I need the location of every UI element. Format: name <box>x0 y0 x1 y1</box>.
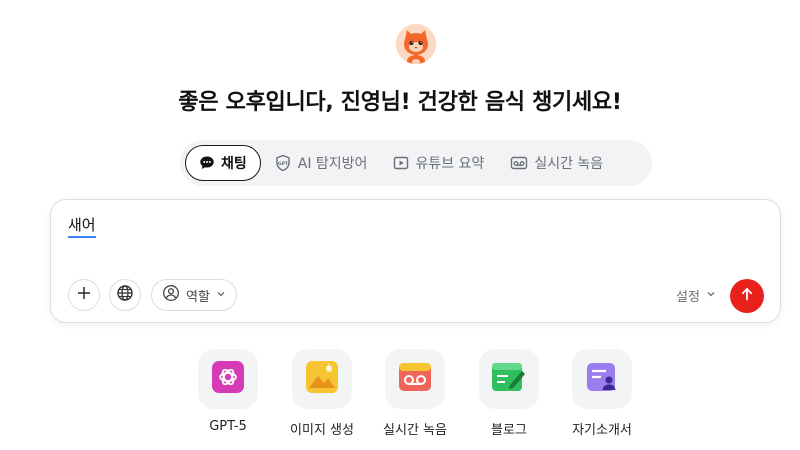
play-icon <box>393 155 409 171</box>
role-dropdown[interactable]: 역할 <box>151 279 237 311</box>
home-screen: 좋은 오후입니다, 진영님! 건강한 음식 챙기세요! 채팅 GPT AI 탐지… <box>0 0 800 450</box>
shortcut-tile <box>292 349 352 409</box>
tab-label: 채팅 <box>221 156 247 172</box>
cat-avatar <box>396 24 436 64</box>
chevron-down-icon <box>216 288 226 303</box>
shortcut-cover-letter[interactable]: 자기소개서 <box>562 349 642 438</box>
shortcut-label: 자기소개서 <box>572 423 632 438</box>
tab-youtube-summary[interactable]: 유튜브 요약 <box>380 145 497 181</box>
gpt-shield-icon: GPT <box>274 154 292 172</box>
shortcut-gpt5[interactable]: GPT-5 <box>188 349 268 434</box>
shortcut-label: 블로그 <box>491 423 527 438</box>
shortcut-label: GPT-5 <box>209 419 247 434</box>
shortcut-label: 실시간 녹음 <box>383 423 447 438</box>
shortcut-tile <box>572 349 632 409</box>
add-button[interactable] <box>68 279 100 311</box>
globe-icon <box>116 284 134 306</box>
tape-recorder-icon <box>510 155 528 171</box>
shortcut-blog[interactable]: 블로그 <box>469 349 549 438</box>
shortcut-tile <box>198 349 258 409</box>
shortcut-realtime-recording[interactable]: 실시간 녹음 <box>375 349 455 438</box>
arrow-up-icon <box>739 286 755 306</box>
mode-tabs: 채팅 GPT AI 탐지방어 유튜브 요약 실시간 녹음 <box>180 140 652 186</box>
shortcut-tile <box>385 349 445 409</box>
role-label: 역할 <box>186 289 210 305</box>
tab-label: AI 탐지방어 <box>297 156 368 172</box>
tab-label: 실시간 녹음 <box>534 156 604 172</box>
tab-realtime-recording[interactable]: 실시간 녹음 <box>497 145 616 181</box>
settings-label: 설정 <box>676 290 700 305</box>
blog-pen-icon <box>492 361 526 397</box>
chevron-down-icon <box>706 288 716 303</box>
tab-label: 유튜브 요약 <box>415 156 485 172</box>
prompt-input[interactable]: 새어 <box>68 214 96 238</box>
shortcut-label: 이미지 생성 <box>290 423 354 438</box>
image-icon <box>306 361 338 397</box>
resume-icon <box>586 361 618 397</box>
send-button[interactable] <box>730 279 764 313</box>
web-search-button[interactable] <box>109 279 141 311</box>
settings-dropdown[interactable]: 설정 <box>676 286 716 305</box>
tab-ai-detection-defense[interactable]: GPT AI 탐지방어 <box>261 145 381 181</box>
tab-chat[interactable]: 채팅 <box>185 145 261 181</box>
plus-icon <box>76 285 92 305</box>
openai-icon <box>212 361 244 397</box>
prompt-card: 새어 역할 설정 <box>50 199 781 323</box>
chat-bubble-icon <box>199 155 215 171</box>
user-circle-icon <box>162 284 180 306</box>
greeting-title: 좋은 오후입니다, 진영님! 건강한 음식 챙기세요! <box>178 90 622 115</box>
shortcut-tile <box>479 349 539 409</box>
svg-text:GPT: GPT <box>278 161 289 167</box>
shortcut-image-generation[interactable]: 이미지 생성 <box>282 349 362 438</box>
recorder-icon <box>399 361 431 397</box>
